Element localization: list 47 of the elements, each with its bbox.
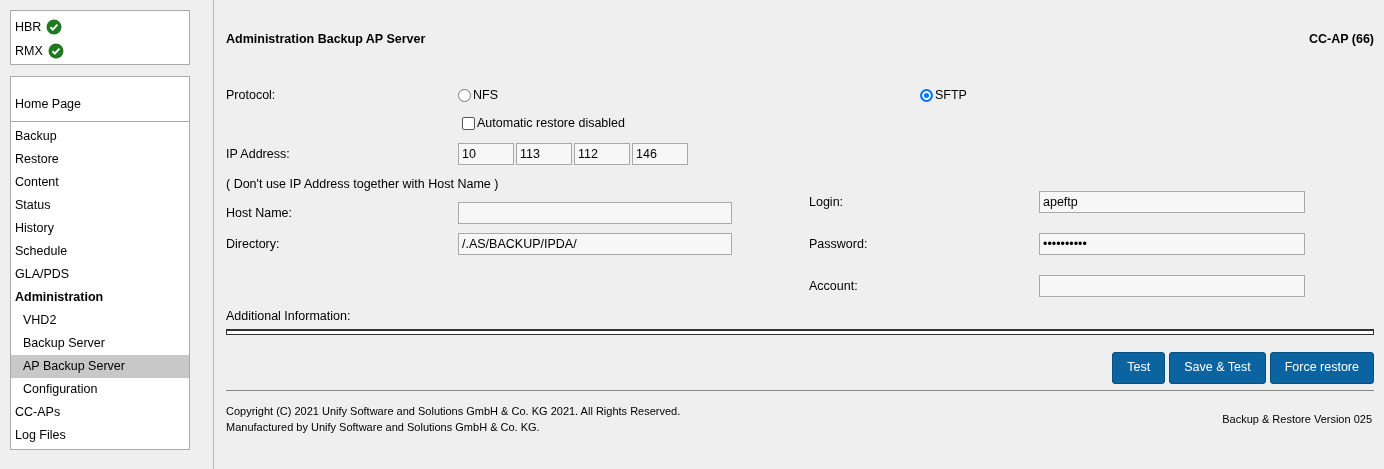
- copyright-text: Copyright (C) 2021 Unify Software and Solutions GmbH & Co. KG 2021. All Rights Reserved.: [226, 403, 681, 419]
- page-title: Administration Backup AP Server: [226, 31, 426, 48]
- auto-restore-checkbox[interactable]: Automatic restore disabled: [462, 114, 625, 133]
- field-label: Login:: [809, 193, 845, 211]
- host-name-field[interactable]: [458, 202, 732, 224]
- field-label: Directory:: [226, 235, 281, 253]
- nav-item[interactable]: Status: [11, 194, 189, 217]
- status-label: HBR: [15, 18, 42, 36]
- nav-item[interactable]: Home Page: [11, 77, 189, 122]
- ip-octet-field[interactable]: 10: [458, 143, 514, 165]
- field-label: Additional Information:: [226, 308, 352, 325]
- field-label: Host Name:: [226, 204, 293, 222]
- nav-item[interactable]: Configuration: [11, 378, 189, 401]
- version-text: Backup & Restore Version 025: [1222, 411, 1373, 427]
- ip-octet-field[interactable]: 146: [632, 143, 688, 165]
- action-button[interactable]: Test: [1112, 351, 1166, 384]
- nav-item[interactable]: GLA/PDS: [11, 263, 189, 286]
- action-button[interactable]: Force restore: [1269, 351, 1374, 384]
- account-field[interactable]: [1039, 275, 1305, 297]
- nav-item[interactable]: Backup Server: [11, 332, 189, 355]
- nav-item[interactable]: Restore: [11, 148, 189, 171]
- nav-item[interactable]: VHD2: [11, 309, 189, 332]
- protocol-radio[interactable]: NFS: [458, 85, 920, 105]
- device-label: CC-AP (66): [1308, 31, 1374, 48]
- nav-item[interactable]: History: [11, 217, 189, 240]
- directory-field[interactable]: /.AS/BACKUP/IPDA/: [458, 233, 732, 255]
- nav-item[interactable]: Backup: [11, 125, 189, 148]
- nav-item[interactable]: Content: [11, 171, 189, 194]
- nav-item[interactable]: Schedule: [11, 240, 189, 263]
- nav-item[interactable]: AP Backup Server: [11, 355, 189, 378]
- ip-octet-field[interactable]: 112: [574, 143, 630, 165]
- field-label: IP Address:: [226, 145, 291, 163]
- additional-info-field[interactable]: [226, 328, 1374, 335]
- field-label: Password:: [809, 235, 869, 253]
- field-label: Protocol:: [226, 87, 277, 104]
- status-label: RMX: [15, 42, 43, 60]
- nav-item[interactable]: Administration: [11, 286, 189, 309]
- login-field[interactable]: apeftp: [1039, 191, 1305, 213]
- ip-octet-field[interactable]: 113: [516, 143, 572, 165]
- field-label: Account:: [809, 277, 859, 295]
- copyright-text: Manufactured by Unify Software and Solutions GmbH & Co. KG.: [226, 420, 541, 436]
- nav-item[interactable]: Log Files: [11, 424, 189, 447]
- hint-text: ( Don't use IP Address together with Host Name ): [226, 176, 500, 193]
- nav-item[interactable]: CC-APs: [11, 401, 189, 424]
- action-button[interactable]: Save & Test: [1169, 351, 1266, 384]
- password-field[interactable]: ••••••••••: [1039, 233, 1305, 255]
- protocol-radio[interactable]: SFTP: [920, 85, 967, 105]
